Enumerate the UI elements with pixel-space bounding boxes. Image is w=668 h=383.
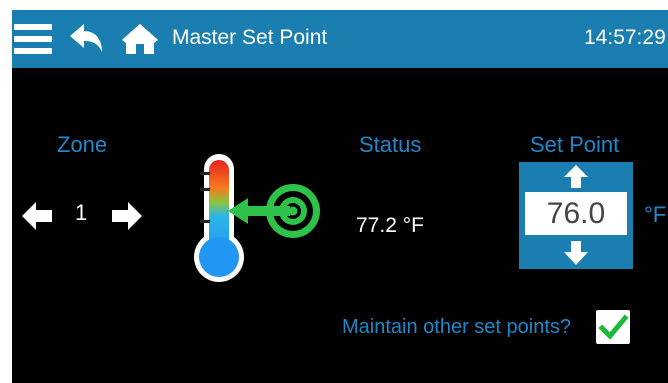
home-icon[interactable] [120,22,160,56]
set-point-down-arrow-icon[interactable] [519,237,633,269]
set-point-unit: °F [644,202,667,227]
back-arrow-icon[interactable] [68,24,106,54]
zone-number: 1 [75,200,88,225]
zone-label: Zone [57,132,108,157]
header-bar: Master Set Point 14:57:29 [12,10,668,68]
zone-next-arrow-icon[interactable] [112,202,142,230]
set-point-control [519,162,633,269]
checkmark-icon [598,314,629,340]
status-label: Status [359,132,422,157]
set-point-label: Set Point [530,132,620,157]
page-title: Master Set Point [172,26,328,49]
maintain-set-points-label: Maintain other set points? [342,316,572,338]
hamburger-menu-icon[interactable] [14,24,52,54]
clock-time: 14:57:29 [584,26,666,49]
status-temperature: 77.2 °F [356,214,424,237]
zone-previous-arrow-icon[interactable] [22,202,52,230]
maintain-set-points-checkbox[interactable] [596,310,630,344]
device-frame: Master Set Point 14:57:29 Zone 1 Status … [0,0,668,383]
screen: Master Set Point 14:57:29 Zone 1 Status … [12,10,668,383]
set-point-value-input[interactable] [525,192,627,235]
thermometer-target-icon [190,154,320,284]
set-point-up-arrow-icon[interactable] [519,162,633,190]
